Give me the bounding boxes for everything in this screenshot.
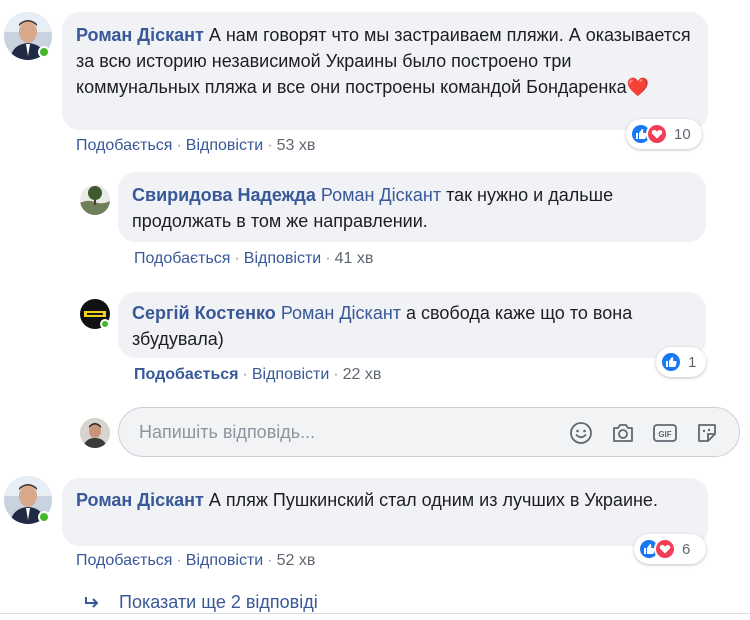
comment-bubble: Роман Діскант А пляж Пушкинский стал одн… [62,478,708,546]
reaction-count: 1 [688,353,697,371]
emoji-icon[interactable] [567,419,595,447]
separator: · [176,137,182,154]
camera-icon[interactable] [609,419,637,447]
show-more-replies[interactable]: Показати ще 2 відповіді [84,592,318,613]
comment-actions: Подобається · Відповісти · 53 хв [76,137,315,155]
comment-time[interactable]: 41 хв [335,250,374,267]
sticker-icon[interactable] [693,419,721,447]
reply-bubble: Сергій Костенко Роман Діскант а свобода … [118,292,706,358]
reply-link[interactable]: Відповісти [244,250,321,267]
reaction-count: 6 [682,540,691,558]
divider [0,613,750,614]
like-link[interactable]: Подобається [134,366,239,383]
online-indicator [100,319,110,329]
comment-actions: Подобається · Відповісти · 52 хв [76,552,315,570]
like-link[interactable]: Подобається [76,137,172,154]
separator: · [234,250,240,267]
reaction-summary[interactable]: 1 [656,347,706,377]
comment-time[interactable]: 52 хв [277,552,316,569]
comment-author[interactable]: Свиридова Надежда [132,185,316,205]
like-link[interactable]: Подобається [76,552,172,569]
comment-time[interactable]: 53 хв [277,137,316,154]
separator: · [333,366,339,383]
love-reaction-icon [646,123,668,145]
separator: · [267,137,273,154]
online-indicator [38,46,50,58]
current-user-avatar [80,418,110,448]
comment-author[interactable]: Роман Діскант [76,25,204,45]
separator: · [176,552,182,569]
reaction-summary[interactable]: 10 [626,119,702,149]
separator: · [325,250,331,267]
reply-input[interactable] [137,421,541,444]
like-link[interactable]: Подобається [134,250,230,267]
comment-actions: Подобається · Відповісти · 22 хв [134,366,381,384]
love-reaction-icon [654,538,676,560]
online-indicator [38,511,50,523]
comment-bubble: Роман Діскант А нам говорят что мы застр… [62,12,708,130]
svg-text:GIF: GIF [658,430,671,439]
comment-actions: Подобається · Відповісти · 41 хв [134,250,373,268]
comment-time[interactable]: 22 хв [343,366,382,383]
separator: · [267,552,273,569]
comment-text: А пляж Пушкинский стал одним из лучших в… [208,490,658,510]
reply-arrow-icon [84,592,105,612]
comment-author[interactable]: Сергій Костенко [132,303,276,323]
reaction-count: 10 [674,125,691,143]
reaction-summary[interactable]: 6 [634,534,706,564]
like-reaction-icon [660,351,682,373]
separator: · [242,366,248,383]
comment-author[interactable]: Роман Діскант [76,490,204,510]
reply-link[interactable]: Відповісти [186,552,263,569]
mention-link[interactable]: Роман Діскант [281,303,401,323]
reply-link[interactable]: Відповісти [252,366,329,383]
reply-link[interactable]: Відповісти [186,137,263,154]
mention-link[interactable]: Роман Діскант [321,185,441,205]
show-more-label[interactable]: Показати ще 2 відповіді [119,592,318,612]
avatar[interactable] [80,185,110,215]
gif-icon[interactable]: GIF [651,419,679,447]
heart-emoji: ❤️ [626,77,650,97]
reply-bubble: Свиридова Надежда Роман Діскант так нужн… [118,172,706,242]
reply-input-box[interactable]: GIF [118,407,740,457]
